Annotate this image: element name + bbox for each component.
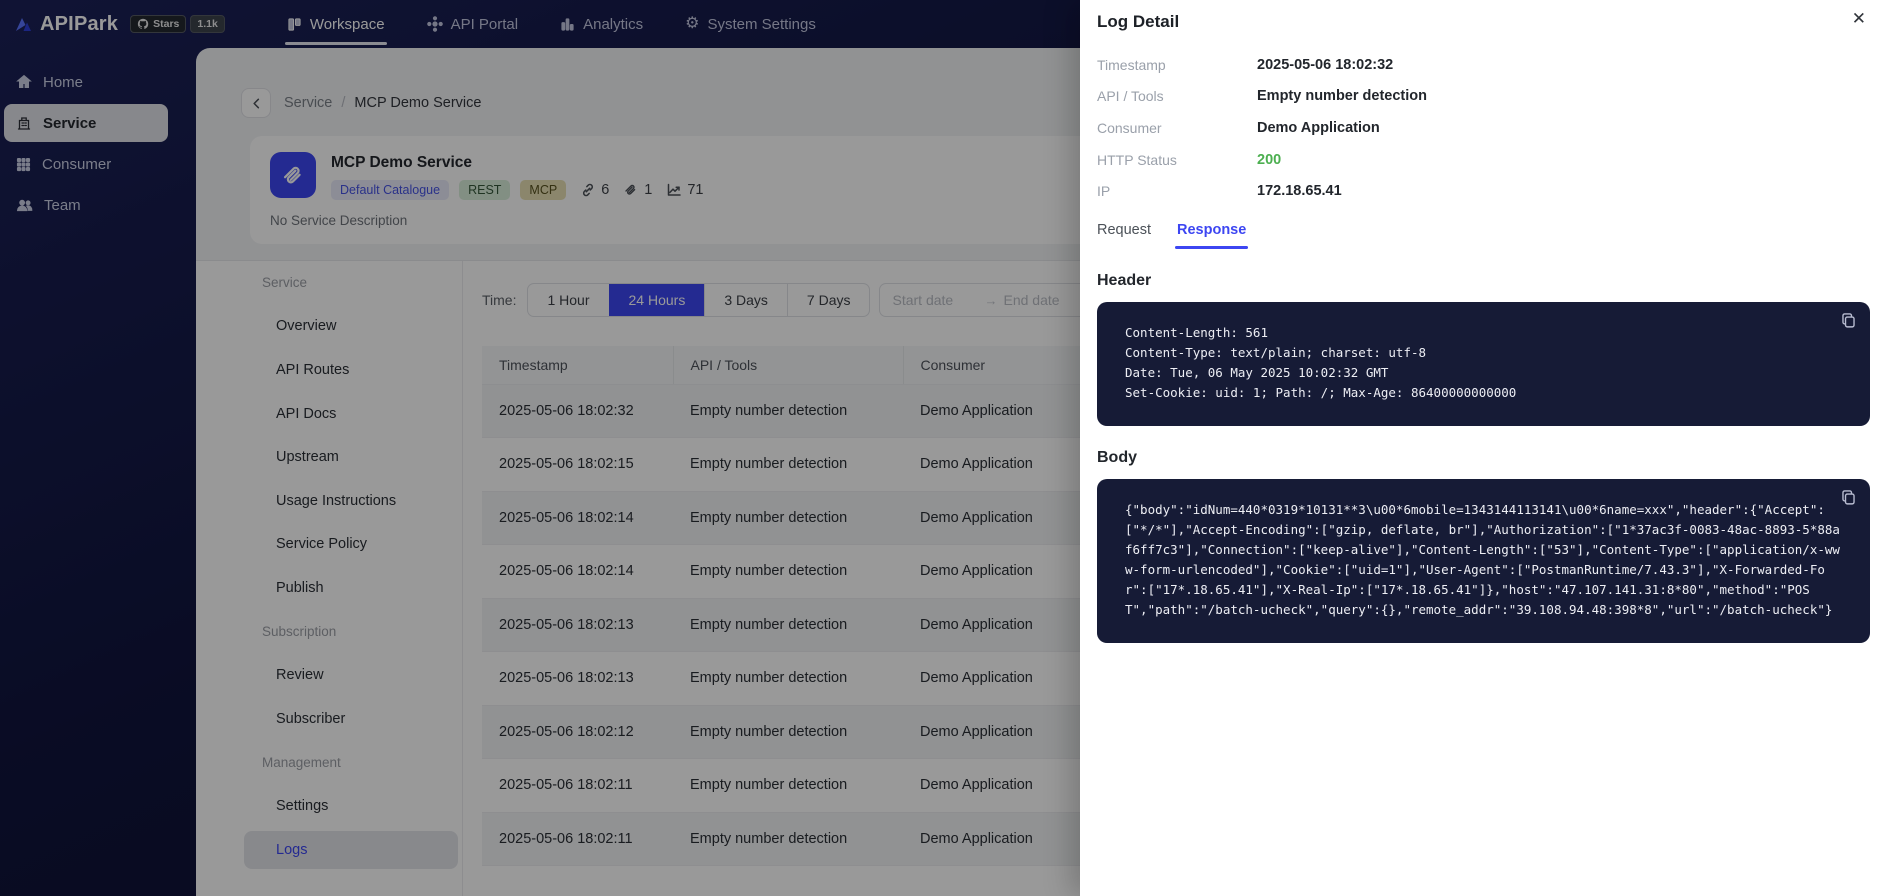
code-block-header: Content-Length: 561 Content-Type: text/p… [1097, 302, 1870, 426]
copy-icon[interactable] [1840, 489, 1857, 506]
drawer-sections: Header Content-Length: 561 Content-Type: … [1097, 272, 1870, 643]
detail-field-timestamp: Timestamp2025-05-06 18:02:32 [1097, 49, 1870, 81]
field-label: HTTP Status [1097, 152, 1257, 168]
close-icon[interactable]: ✕ [1852, 10, 1866, 27]
section-title-header: Header [1097, 272, 1870, 290]
detail-field-ip: IP172.18.65.41 [1097, 175, 1870, 207]
field-value: 172.18.65.41 [1257, 183, 1342, 199]
field-label: Consumer [1097, 120, 1257, 136]
detail-field-api-tools: API / ToolsEmpty number detection [1097, 81, 1870, 113]
tab-request[interactable]: Request [1097, 222, 1151, 249]
detail-field-http-status: HTTP Status200 [1097, 144, 1870, 176]
detail-field-consumer: ConsumerDemo Application [1097, 112, 1870, 144]
field-label: Timestamp [1097, 57, 1257, 73]
code-content: {"body":"idNum=440*0319*10131**3\u00*6mo… [1125, 500, 1842, 620]
field-label: IP [1097, 183, 1257, 199]
field-value: Empty number detection [1257, 88, 1427, 104]
copy-icon[interactable] [1840, 312, 1857, 329]
drawer-title: Log Detail [1097, 0, 1870, 32]
section-title-body: Body [1097, 449, 1870, 467]
app-root: { "nav": { "brand": "APIPark", "logo_ico… [0, 0, 1887, 896]
tab-response[interactable]: Response [1177, 222, 1246, 249]
field-value: Demo Application [1257, 120, 1380, 136]
log-detail-drawer: Log Detail ✕ Timestamp2025-05-06 18:02:3… [1080, 0, 1887, 896]
field-label: API / Tools [1097, 88, 1257, 104]
request-response-tabs: Request Response [1097, 222, 1870, 249]
code-content: Content-Length: 561 Content-Type: text/p… [1125, 323, 1842, 403]
field-value: 2025-05-06 18:02:32 [1257, 57, 1393, 73]
log-detail-fields: Timestamp2025-05-06 18:02:32API / ToolsE… [1097, 49, 1870, 207]
field-value: 200 [1257, 152, 1281, 168]
code-block-body: {"body":"idNum=440*0319*10131**3\u00*6mo… [1097, 479, 1870, 643]
